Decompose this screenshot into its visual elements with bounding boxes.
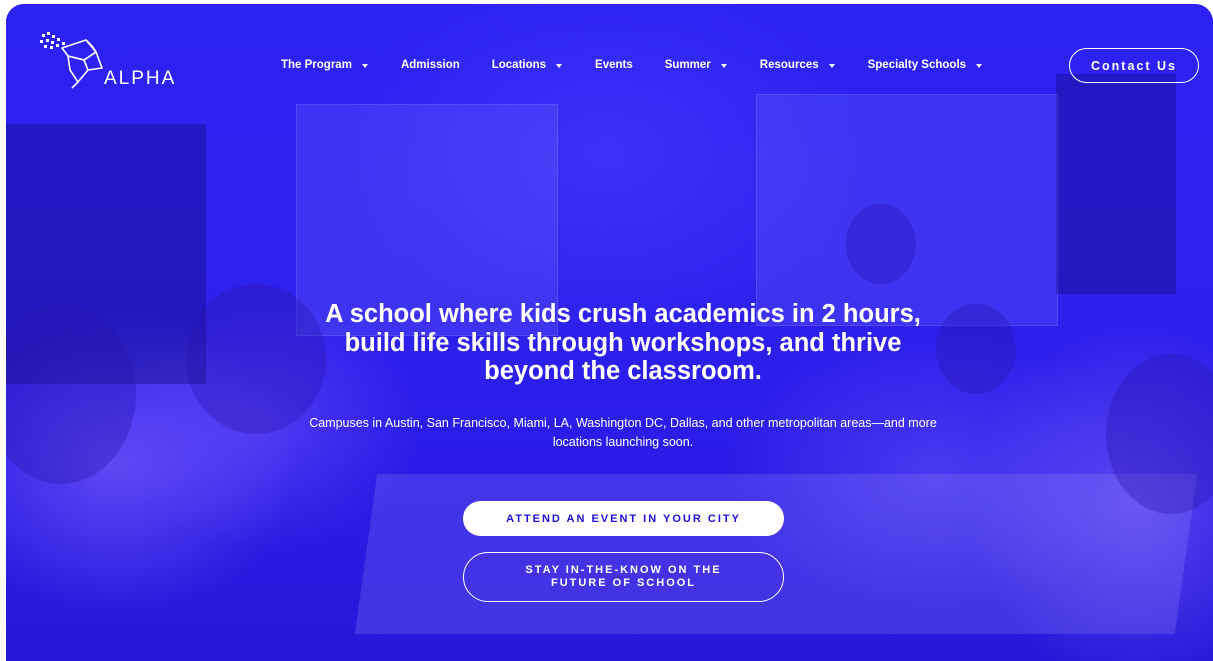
nav-item-admission[interactable]: Admission — [401, 59, 460, 71]
nav-item-specialty-schools[interactable]: Specialty Schools — [867, 59, 983, 71]
nav-item-the-program[interactable]: The Program — [281, 59, 368, 71]
stay-in-the-know-button[interactable]: STAY IN-THE-KNOW ON THE FUTURE OF SCHOOL — [463, 552, 784, 602]
hero-subtitle: Campuses in Austin, San Francisco, Miami… — [309, 416, 937, 449]
nav-item-label: Specialty Schools — [867, 59, 967, 71]
caret-down-icon — [556, 63, 563, 68]
attend-event-button[interactable]: ATTEND AN EVENT IN YOUR CITY — [463, 501, 784, 536]
caret-down-icon — [720, 63, 727, 68]
nav-item-events[interactable]: Events — [595, 59, 633, 71]
site-header: ALPHA The Program Admission Locations Ev… — [6, 4, 1213, 134]
hero-section: ALPHA The Program Admission Locations Ev… — [6, 4, 1213, 661]
caret-down-icon — [976, 63, 983, 68]
bg-student-head — [846, 204, 916, 284]
nav-item-locations[interactable]: Locations — [491, 59, 563, 71]
nav-item-summer[interactable]: Summer — [665, 59, 727, 71]
nav-item-label: Admission — [400, 59, 460, 71]
nav-item-label: Summer — [664, 59, 711, 71]
site-logo[interactable]: ALPHA — [38, 30, 198, 90]
nav-item-label: Resources — [759, 59, 819, 71]
stay-in-the-know-label: STAY IN-THE-KNOW ON THE FUTURE OF SCHOOL — [525, 563, 722, 590]
nav-item-label: Events — [595, 59, 633, 71]
hero-title: A school where kids crush academics in 2… — [325, 300, 921, 385]
nav-item-label: The Program — [281, 59, 352, 71]
nav-item-resources[interactable]: Resources — [760, 59, 835, 71]
nav-item-label: Locations — [491, 59, 547, 71]
caret-down-icon — [828, 63, 835, 68]
caret-down-icon — [361, 63, 368, 68]
main-nav: The Program Admission Locations Events S… — [281, 59, 983, 71]
contact-us-button[interactable]: Contact Us — [1069, 48, 1199, 83]
bg-student-head — [936, 304, 1016, 394]
logo-wordmark: ALPHA — [104, 68, 177, 89]
